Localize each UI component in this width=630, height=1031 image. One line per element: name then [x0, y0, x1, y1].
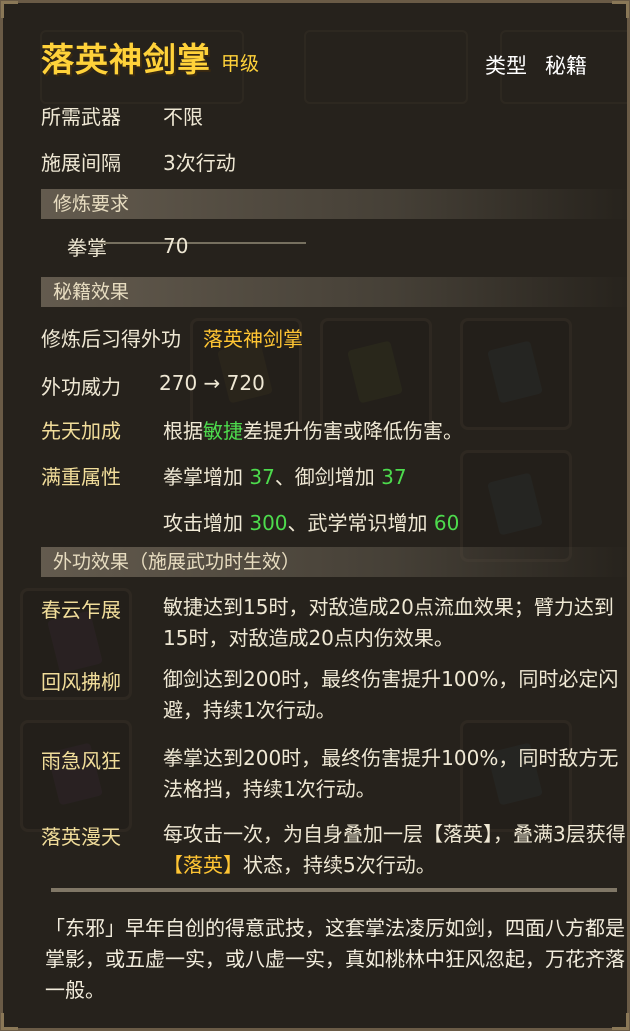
skill-name: 回风拂柳 [41, 670, 121, 694]
skill-description: 每攻击一次，为自身叠加一层【落英】，叠满3层获得【落英】状态，持续5次行动。 [163, 822, 626, 877]
skill-description: 拳掌达到200时，最终伤害提升100%，同时敌方无法格挡，持续1次行动。 [163, 746, 619, 801]
required-weapon-value: 不限 [163, 105, 203, 129]
type-label: 类型 [485, 54, 527, 78]
skill-name: 春云乍展 [41, 598, 121, 622]
requirement-label: 拳掌 [67, 236, 107, 260]
skill-grade: 甲级 [221, 53, 260, 75]
learn-skill-name: 落英神剑掌 [203, 327, 303, 351]
required-weapon-label: 所需武器 [41, 105, 121, 129]
cast-interval-label: 施展间隔 [41, 151, 121, 175]
innate-attribute: 敏捷 [203, 419, 243, 443]
learn-label: 修炼后习得外功 落英神剑掌 [41, 327, 303, 351]
lore-description: 「东邪」早年自创的得意武技，这套掌法凌厉如剑，四面八方都是掌影，或五虚一实，或八… [45, 916, 625, 1002]
section-requirement: 修炼要求 [41, 189, 630, 219]
full-attr-line-2: 攻击增加 300、武学常识增加 60 [163, 511, 460, 535]
skill-description: 御剑达到200时，最终伤害提升100%，同时必定闪避，持续1次行动。 [163, 667, 619, 722]
skill-description: 敏捷达到15时，对敌造成20点流血效果；臂力达到15时，对敌造成20点内伤效果。 [163, 595, 614, 650]
corner-decoration [1, 1013, 18, 1030]
requirement-bar [98, 242, 306, 244]
innate-label: 先天加成 [41, 419, 121, 443]
power-value: 270 → 720 [159, 371, 265, 395]
type-value: 秘籍 [545, 54, 587, 78]
skill-name: 雨急风狂 [41, 749, 121, 773]
skill-title: 落英神剑掌 [41, 40, 211, 79]
requirement-value: 70 [163, 234, 189, 258]
skill-name: 落英漫天 [41, 825, 121, 849]
item-tooltip-panel: 落英神剑掌 甲级 类型 秘籍 所需武器 不限 施展间隔 3次行动 修炼要求 拳掌… [0, 0, 630, 1031]
corner-decoration [1, 1, 18, 18]
power-label: 外功威力 [41, 375, 121, 399]
corner-decoration [612, 1013, 629, 1030]
cast-interval-value: 3次行动 [163, 151, 236, 175]
full-attr-line-1: 拳掌增加 37、御剑增加 37 [163, 465, 407, 489]
divider [51, 888, 617, 892]
section-effects: 秘籍效果 [41, 277, 630, 307]
innate-text: 根据敏捷差提升伤害或降低伤害。 [163, 419, 463, 443]
full-attr-label: 满重属性 [41, 465, 121, 489]
status-highlight: 【落英】 [163, 853, 243, 877]
corner-decoration [612, 1, 629, 18]
section-external-effects: 外功效果（施展武功时生效） [41, 547, 630, 577]
